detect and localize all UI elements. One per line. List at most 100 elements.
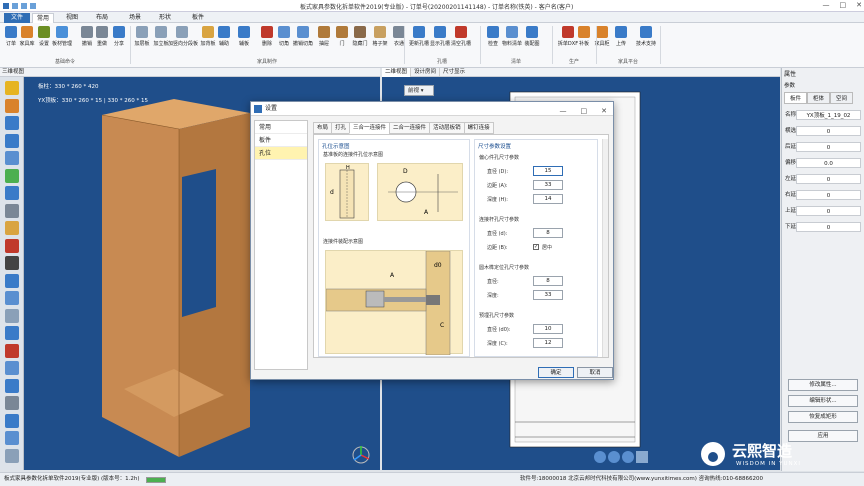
ribbon-button-icon: [336, 26, 348, 38]
left-tool-icon-15[interactable]: [5, 343, 19, 358]
centered-checkbox[interactable]: ✓: [533, 244, 539, 250]
tab-2d-view[interactable]: 二维视图: [382, 68, 412, 77]
left-tool-icon-4[interactable]: [5, 151, 19, 165]
tab-panel[interactable]: 板件: [188, 13, 208, 23]
ribbon-button-26[interactable]: 装配图: [524, 26, 540, 47]
left-tool-icon-13[interactable]: [5, 308, 19, 323]
embedded-diameter-input[interactable]: 10: [533, 324, 563, 334]
settings-dialog: 设置 — □ ✕ 常用 板件 孔位 布局 打孔 三合一连接件 二合一连接件 活动…: [250, 101, 614, 380]
left-tool-icon-0[interactable]: [5, 81, 19, 95]
quick-access-toolbar[interactable]: [2, 2, 42, 10]
modify-properties-button[interactable]: 修改属性...: [788, 379, 858, 391]
cancel-button[interactable]: 取消: [577, 367, 613, 378]
tab-cabinet-props[interactable]: 柜体: [807, 92, 831, 104]
eccentric-margin-input[interactable]: 33: [533, 180, 563, 190]
tab-space-props[interactable]: 空间: [830, 92, 854, 104]
tab-view[interactable]: 视图: [62, 13, 82, 23]
ribbon-button-icon: [155, 26, 167, 38]
property-value-input[interactable]: 0.0: [796, 158, 861, 168]
category-panel[interactable]: 板件: [255, 134, 307, 147]
left-tool-icon-5[interactable]: [5, 168, 19, 183]
ribbon-group-label: 基础命令: [54, 59, 75, 65]
ribbon-button-6[interactable]: 分享: [111, 26, 127, 47]
ribbon-button-label: 技术支持: [635, 41, 656, 47]
left-tool-icon-7[interactable]: [5, 203, 19, 218]
category-hole[interactable]: 孔位: [255, 147, 307, 160]
ribbon-button-12[interactable]: 辅板: [236, 26, 252, 47]
left-tool-icon-1[interactable]: [5, 98, 19, 113]
tab-screw-connection[interactable]: 螺钉连接: [463, 122, 494, 134]
left-tool-icon-17[interactable]: [5, 378, 19, 393]
zoom-in-icon[interactable]: [594, 451, 606, 463]
ribbon-button-22[interactable]: 显示孔槽: [430, 26, 450, 47]
axis-gizmo-icon[interactable]: [349, 443, 373, 467]
ribbon-button-31[interactable]: 技术支持: [636, 26, 656, 47]
tab-size-display[interactable]: 尺寸显示: [440, 68, 468, 77]
left-tool-icon-16[interactable]: [5, 361, 19, 375]
ribbon-button-8[interactable]: 加立板: [153, 26, 169, 47]
restore-rectangle-button[interactable]: 恢复成矩形: [788, 411, 858, 423]
category-common[interactable]: 常用: [255, 121, 307, 134]
left-tool-icon-21[interactable]: [5, 448, 19, 463]
tab-3in1-connector[interactable]: 三合一连接件: [349, 122, 391, 134]
ribbon-button-30[interactable]: 上传: [613, 26, 629, 47]
dowel-diameter-input[interactable]: 8: [533, 276, 563, 286]
left-tool-icon-11[interactable]: [5, 273, 19, 288]
property-value-input[interactable]: 0: [796, 174, 861, 184]
embedded-depth-input[interactable]: 12: [533, 338, 563, 348]
left-tool-icon-3[interactable]: [5, 133, 19, 148]
dowel-depth-input[interactable]: 33: [533, 290, 563, 300]
tab-file[interactable]: 文件: [4, 13, 30, 23]
maximize-button[interactable]: □: [840, 1, 847, 9]
left-tool-icon-12[interactable]: [5, 291, 19, 305]
view-icon[interactable]: [636, 451, 648, 463]
property-key: 下延: [785, 224, 797, 230]
ribbon-button-15[interactable]: 撤销切角: [293, 26, 313, 47]
property-value-input[interactable]: 0: [796, 126, 861, 136]
svg-text:D: D: [403, 168, 408, 175]
progress-indicator: [146, 477, 166, 483]
left-tool-icon-6[interactable]: [5, 186, 19, 200]
ribbon-button-21[interactable]: 更新孔槽: [409, 26, 429, 47]
eccentric-depth-input[interactable]: 14: [533, 194, 563, 204]
zoom-fit-icon[interactable]: [622, 451, 634, 463]
ok-button[interactable]: 确定: [538, 367, 574, 378]
dialog-maximize-button[interactable]: □: [581, 104, 588, 118]
dialog-minimize-button[interactable]: —: [560, 104, 567, 118]
ribbon-button-9[interactable]: 加竖向分段板: [168, 26, 198, 47]
rod-diameter-input[interactable]: 8: [533, 228, 563, 238]
ribbon-button-3[interactable]: 板材管理: [52, 26, 72, 47]
left-tool-icon-20[interactable]: [5, 431, 19, 445]
left-tool-icon-9[interactable]: [5, 238, 19, 253]
dialog-scrollbar[interactable]: [602, 139, 608, 357]
svg-text:d: d: [330, 189, 334, 196]
left-tool-icon-18[interactable]: [5, 396, 19, 410]
left-tool-icon-8[interactable]: [5, 221, 19, 235]
tab-shape[interactable]: 形状: [155, 13, 175, 23]
property-value-input[interactable]: YX顶板_1_19_02: [796, 110, 861, 120]
tab-common[interactable]: 常用: [32, 13, 54, 23]
eccentric-diameter-input[interactable]: 15: [533, 166, 563, 176]
tab-layout-settings[interactable]: 布局: [313, 122, 333, 134]
property-value-input[interactable]: 0: [796, 206, 861, 216]
left-tool-icon-2[interactable]: [5, 116, 19, 130]
zoom-out-icon[interactable]: [608, 451, 620, 463]
left-tool-icon-10[interactable]: [5, 256, 19, 270]
tab-2in1-connector[interactable]: 二合一连接件: [389, 122, 431, 134]
tab-drilling[interactable]: 打孔: [331, 122, 351, 134]
edit-shape-button[interactable]: 编辑形状...: [788, 395, 858, 407]
ribbon-button-23[interactable]: 清空孔槽: [451, 26, 471, 47]
property-value-input[interactable]: 0: [796, 142, 861, 152]
tab-design-room[interactable]: 设计房间: [411, 68, 441, 77]
close-button[interactable]: ✕: [856, 1, 862, 9]
tab-scene[interactable]: 场景: [125, 13, 145, 23]
tab-shelf-pin[interactable]: 活动层板销: [429, 122, 465, 134]
tab-panel-props[interactable]: 板件: [784, 92, 808, 104]
property-value-input[interactable]: 0: [796, 190, 861, 200]
minimize-button[interactable]: —: [823, 1, 830, 9]
dialog-close-button[interactable]: ✕: [601, 104, 607, 118]
left-tool-icon-14[interactable]: [5, 326, 19, 340]
left-tool-icon-19[interactable]: [5, 413, 19, 428]
tab-layout[interactable]: 布局: [92, 13, 112, 23]
property-value-input[interactable]: 0: [796, 222, 861, 232]
